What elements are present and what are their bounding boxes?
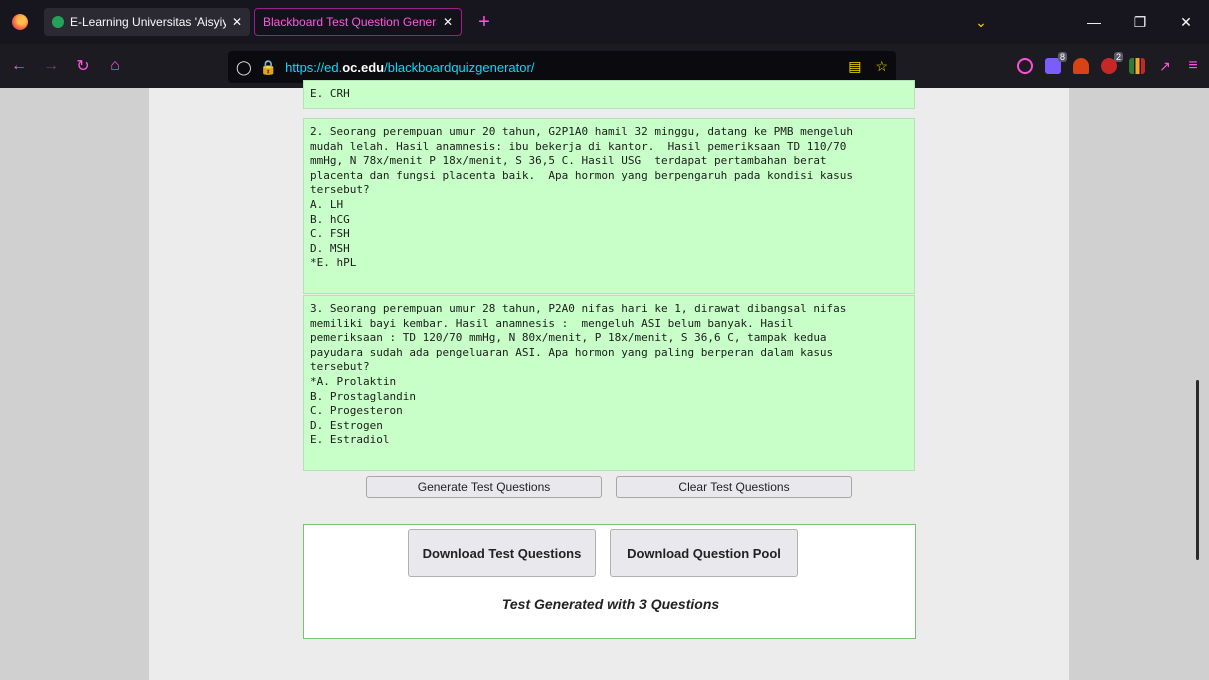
tab-title: Blackboard Test Question Generator (263, 15, 437, 29)
back-arrow-icon[interactable]: ← (6, 57, 32, 75)
share-icon[interactable]: ↗ (1157, 58, 1173, 74)
generate-controls: Generate Test Questions Clear Test Quest… (366, 476, 852, 498)
tab-elearning[interactable]: E-Learning Universitas 'Aisyiyah ✕ (44, 8, 250, 36)
new-tab-button[interactable]: + (468, 8, 500, 36)
minimize-icon[interactable]: — (1071, 14, 1117, 30)
question-block: E. CRH (303, 80, 915, 109)
tab-bar: E-Learning Universitas 'Aisyiyah ✕ Black… (0, 0, 1209, 44)
page-body: E. CRH 2. Seorang perempuan umur 20 tahu… (149, 80, 1069, 680)
home-icon[interactable]: ⌂ (102, 57, 128, 75)
tab-title: E-Learning Universitas 'Aisyiyah (70, 15, 226, 29)
stats-bars-icon[interactable] (1129, 58, 1145, 74)
hamburger-menu-icon[interactable]: ≡ (1185, 58, 1201, 74)
question-block: 3. Seorang perempuan umur 28 tahun, P2A0… (303, 295, 915, 471)
tab-quiz-generator[interactable]: Blackboard Test Question Generator ✕ (254, 8, 462, 36)
close-tab-icon[interactable]: ✕ (443, 15, 453, 29)
download-test-questions-button[interactable]: Download Test Questions (408, 529, 596, 577)
lock-icon[interactable]: 🔒 (260, 59, 277, 76)
close-window-icon[interactable]: ✕ (1163, 14, 1209, 31)
tracking-shield-icon[interactable]: ◯ (236, 59, 252, 76)
reader-view-icon[interactable]: ▤ (848, 58, 861, 75)
bookmark-star-icon[interactable]: ☆ (875, 58, 888, 75)
question-block: 2. Seorang perempuan umur 20 tahun, G2P1… (303, 118, 915, 294)
forward-arrow-icon[interactable]: → (38, 57, 64, 75)
pocket-icon[interactable] (1017, 58, 1033, 74)
download-panel: Download Test Questions Download Questio… (303, 524, 916, 639)
page-scrollbar[interactable] (1196, 380, 1199, 560)
firefox-menu-icon[interactable] (0, 0, 40, 44)
address-bar[interactable]: ◯ 🔒 https://ed.oc.edu/blackboardquizgene… (228, 51, 896, 83)
elearning-favicon-icon (52, 16, 64, 28)
generate-test-questions-button[interactable]: Generate Test Questions (366, 476, 602, 498)
extension-icon[interactable]: 8 (1045, 52, 1067, 74)
ublock-icon[interactable]: 2 (1101, 52, 1123, 74)
download-question-pool-button[interactable]: Download Question Pool (610, 529, 798, 577)
restore-icon[interactable]: ❐ (1117, 14, 1163, 31)
page-viewport: E. CRH 2. Seorang perempuan umur 20 tahu… (0, 80, 1209, 680)
close-tab-icon[interactable]: ✕ (232, 15, 242, 29)
clear-test-questions-button[interactable]: Clear Test Questions (616, 476, 852, 498)
list-tabs-chevron-icon[interactable]: ⌄ (961, 14, 1001, 31)
reload-icon[interactable]: ↻ (70, 56, 96, 76)
extensions-toolbar: 8 2 ↗ ≡ (1017, 52, 1201, 74)
status-message: Test Generated with 3 Questions (501, 596, 720, 612)
extension-figure-icon[interactable] (1073, 58, 1089, 74)
url-text[interactable]: https://ed.oc.edu/blackboardquizgenerato… (285, 60, 534, 75)
window-controls: ⌄ — ❐ ✕ (961, 0, 1209, 44)
